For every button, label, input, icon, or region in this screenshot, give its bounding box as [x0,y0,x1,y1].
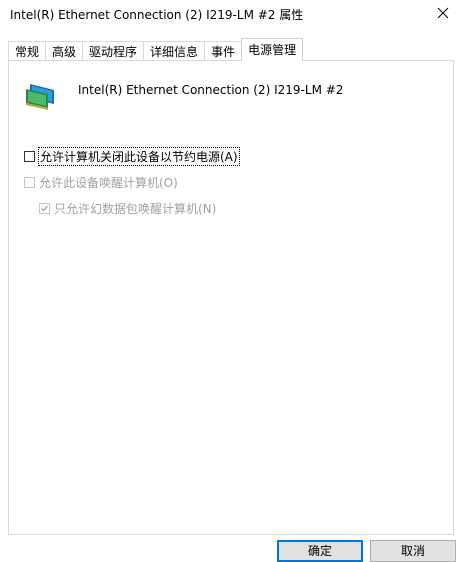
cancel-button[interactable]: 取消 [370,540,456,562]
tab-details[interactable]: 详细信息 [143,41,206,61]
magic-packet-label: 只允许幻数据包唤醒计算机(N) [54,202,217,216]
ok-button[interactable]: 确定 [277,540,363,562]
magic-packet-option: 只允许幻数据包唤醒计算机(N) [39,200,216,217]
close-button[interactable] [423,0,463,26]
device-name: Intel(R) Ethernet Connection (2) I219-LM… [78,83,344,97]
title-bar: Intel(R) Ethernet Connection (2) I219-LM… [0,0,463,30]
tab-panel [8,60,454,535]
allow-turn-off-checkbox[interactable] [24,151,35,162]
allow-turn-off-option[interactable]: 允许计算机关闭此设备以节约电源(A) [24,147,240,166]
allow-wake-label: 允许此设备唤醒计算机(O) [39,176,178,190]
properties-dialog: Intel(R) Ethernet Connection (2) I219-LM… [0,0,463,562]
tab-driver[interactable]: 驱动程序 [82,41,145,61]
tab-general[interactable]: 常规 [8,41,47,61]
window-title: Intel(R) Ethernet Connection (2) I219-LM… [10,8,304,22]
tab-strip: 常规 高级 驱动程序 详细信息 事件 电源管理 [8,38,304,61]
tab-events[interactable]: 事件 [204,41,243,61]
allow-wake-option: 允许此设备唤醒计算机(O) [24,174,178,191]
tab-power-management[interactable]: 电源管理 [241,38,304,61]
tab-advanced[interactable]: 高级 [45,41,84,61]
magic-packet-checkbox [39,203,50,214]
network-adapter-icon [24,81,58,111]
close-icon [437,7,449,19]
allow-turn-off-label[interactable]: 允许计算机关闭此设备以节约电源(A) [38,147,240,166]
allow-wake-checkbox [24,177,35,188]
checkmark-icon [41,205,48,212]
